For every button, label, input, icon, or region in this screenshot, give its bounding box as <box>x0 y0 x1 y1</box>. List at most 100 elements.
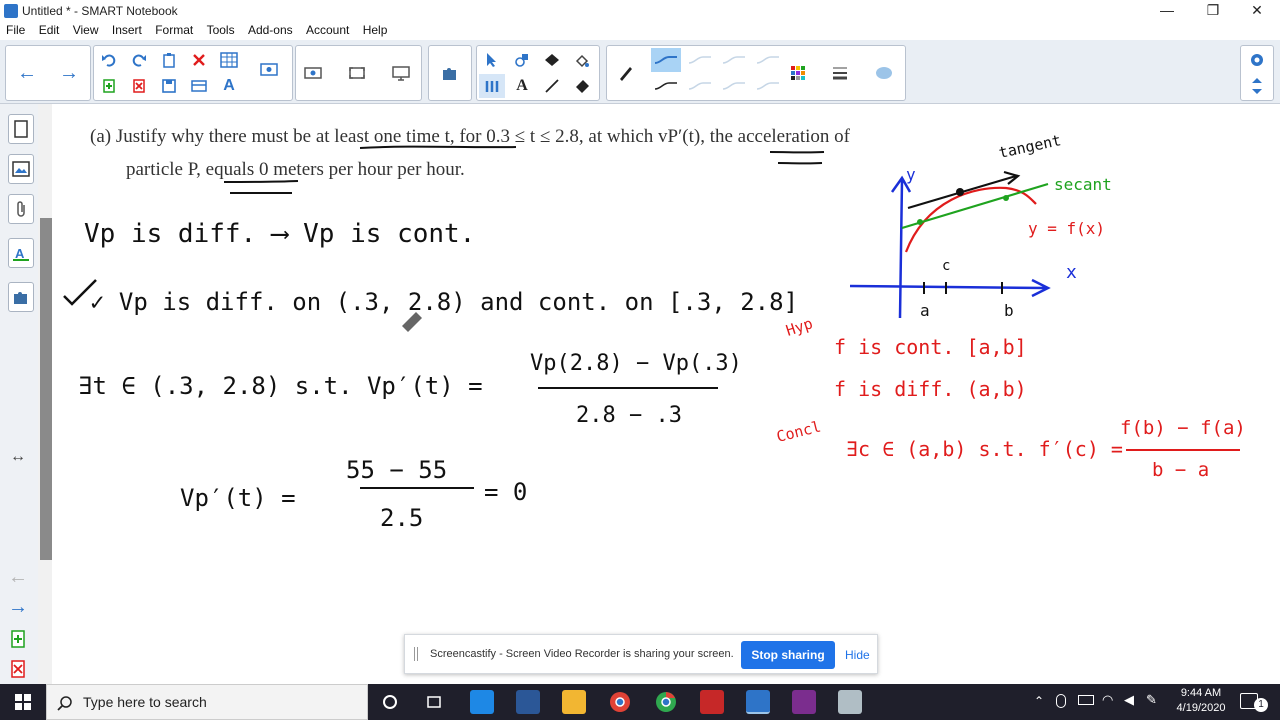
line-style-5-icon[interactable] <box>651 74 681 98</box>
menu-help[interactable]: Help <box>357 22 392 37</box>
text-format-icon[interactable]: A <box>216 74 242 98</box>
menu-format[interactable]: Format <box>149 22 197 37</box>
line-style-8-icon[interactable] <box>753 74 783 98</box>
grapher-app-icon[interactable] <box>792 690 816 714</box>
line-style-4-icon[interactable] <box>753 48 783 72</box>
text-format-glyph: A <box>223 77 235 94</box>
select-icon[interactable] <box>479 48 505 72</box>
gallery-icon[interactable] <box>8 154 34 184</box>
full-screen-icon[interactable] <box>344 61 370 85</box>
handwriting-line-4: Vp′(t) = <box>180 484 296 512</box>
line-thickness-icon[interactable] <box>827 61 853 85</box>
smart-ink-icon[interactable] <box>838 690 862 714</box>
volume-icon[interactable]: ◀ <box>1124 692 1134 708</box>
gear-icon[interactable] <box>1244 48 1270 72</box>
delete-page-icon[interactable] <box>126 74 152 98</box>
clock-time: 9:44 AM <box>1180 687 1222 699</box>
edit-group: A <box>93 45 293 101</box>
color-palette-icon[interactable] <box>785 61 811 85</box>
fill-effects-icon[interactable] <box>871 61 897 85</box>
table-icon[interactable] <box>216 48 242 72</box>
graph-a-label: a <box>920 301 930 320</box>
close-button[interactable]: ✕ <box>1234 0 1280 22</box>
line-style-2-icon[interactable] <box>685 48 715 72</box>
paste-icon[interactable] <box>156 48 182 72</box>
save-icon[interactable] <box>156 74 182 98</box>
sidebar-forward-icon[interactable]: → <box>8 596 28 619</box>
hyp-label: Hyp <box>784 314 815 339</box>
taskbar-search[interactable]: Type here to search <box>46 684 368 720</box>
add-page-icon[interactable] <box>96 74 122 98</box>
windows-start-icon[interactable] <box>0 684 46 720</box>
line-style-7-icon[interactable] <box>719 74 749 98</box>
shape-recognition-icon[interactable] <box>509 48 535 72</box>
text-tool-icon[interactable]: A <box>509 74 535 98</box>
screen-capture-icon[interactable] <box>256 58 282 82</box>
lines-icon[interactable] <box>539 74 565 98</box>
pens-icon[interactable] <box>479 74 505 98</box>
menu-edit[interactable]: Edit <box>33 22 64 37</box>
previous-page-button[interactable]: ← <box>14 61 40 85</box>
pen-icon[interactable] <box>613 61 639 85</box>
sidebar-back-icon[interactable]: ← <box>8 566 28 589</box>
file-explorer-icon[interactable] <box>562 690 586 714</box>
pen-settings-icon[interactable]: ✎ <box>1146 692 1157 708</box>
settings-group <box>1240 45 1274 101</box>
eraser-icon[interactable] <box>569 74 595 98</box>
fill-icon[interactable] <box>569 48 595 72</box>
hide-button[interactable]: Hide <box>845 648 870 662</box>
minimize-button[interactable]: — <box>1144 0 1190 22</box>
redo-icon[interactable] <box>126 48 152 72</box>
properties-icon[interactable]: A <box>8 238 34 268</box>
search-placeholder: Type here to search <box>83 694 207 710</box>
scrollbar-thumb[interactable] <box>40 218 52 560</box>
move-toolbar-icon[interactable] <box>1244 74 1270 98</box>
task-view-icon[interactable] <box>422 690 446 714</box>
sidebar-add-page-icon[interactable] <box>10 630 26 653</box>
menu-account[interactable]: Account <box>300 22 353 37</box>
sidebar: A ↔ ← → <box>0 104 40 684</box>
sidebar-delete-page-icon[interactable] <box>10 660 26 683</box>
menu-addons[interactable]: Add-ons <box>242 22 297 37</box>
tangent-point <box>956 188 964 196</box>
document-camera-icon[interactable] <box>300 61 326 85</box>
battery-icon[interactable] <box>1078 695 1094 705</box>
microphone-icon[interactable] <box>1056 694 1066 708</box>
chrome-icon[interactable] <box>654 690 678 714</box>
ink-layer: Vp is diff. ⟶ Vp is cont. ✓ Vp is diff. … <box>63 131 1246 532</box>
addons-icon[interactable] <box>8 282 34 312</box>
restore-button[interactable]: ❐ <box>1190 0 1236 22</box>
display-icon[interactable] <box>388 61 414 85</box>
handwriting-equals-zero: = 0 <box>484 478 527 506</box>
filezilla-icon[interactable] <box>700 690 724 714</box>
chrome-profile-icon[interactable] <box>608 690 632 714</box>
function-label: y = f(x) <box>1028 219 1105 238</box>
screen-shade-icon[interactable] <box>186 74 212 98</box>
fraction-2-numerator: 55 − 55 <box>346 456 447 484</box>
smart-notebook-taskbar-icon[interactable] <box>746 690 770 714</box>
menu-file[interactable]: File <box>0 22 29 37</box>
drag-handle-icon[interactable] <box>414 647 418 661</box>
clock[interactable]: 9:44 AM 4/19/2020 <box>1166 686 1236 716</box>
line-style-1-icon[interactable] <box>651 48 681 72</box>
line-style-3-icon[interactable] <box>719 48 749 72</box>
puzzle-icon[interactable] <box>437 61 463 85</box>
stop-sharing-button[interactable]: Stop sharing <box>741 641 835 669</box>
next-page-button[interactable]: → <box>56 61 82 85</box>
attachments-icon[interactable] <box>8 194 34 224</box>
delete-icon[interactable] <box>186 48 212 72</box>
notebook-canvas[interactable]: (a) Justify why there must be at least o… <box>54 104 1280 684</box>
move-sidebar-icon[interactable]: ↔ <box>10 448 26 466</box>
shapes-icon[interactable] <box>539 48 565 72</box>
undo-icon[interactable] <box>96 48 122 72</box>
network-app-icon[interactable] <box>516 690 540 714</box>
cortana-icon[interactable] <box>378 690 402 714</box>
wifi-icon[interactable]: ◠ <box>1102 692 1113 708</box>
sync-app-icon[interactable] <box>470 690 494 714</box>
page-sorter-icon[interactable] <box>8 114 34 144</box>
menu-tools[interactable]: Tools <box>201 22 239 37</box>
show-hidden-icons-icon[interactable]: ⌃ <box>1034 694 1044 708</box>
menu-insert[interactable]: Insert <box>106 22 146 37</box>
menu-view[interactable]: View <box>67 22 103 37</box>
line-style-6-icon[interactable] <box>685 74 715 98</box>
